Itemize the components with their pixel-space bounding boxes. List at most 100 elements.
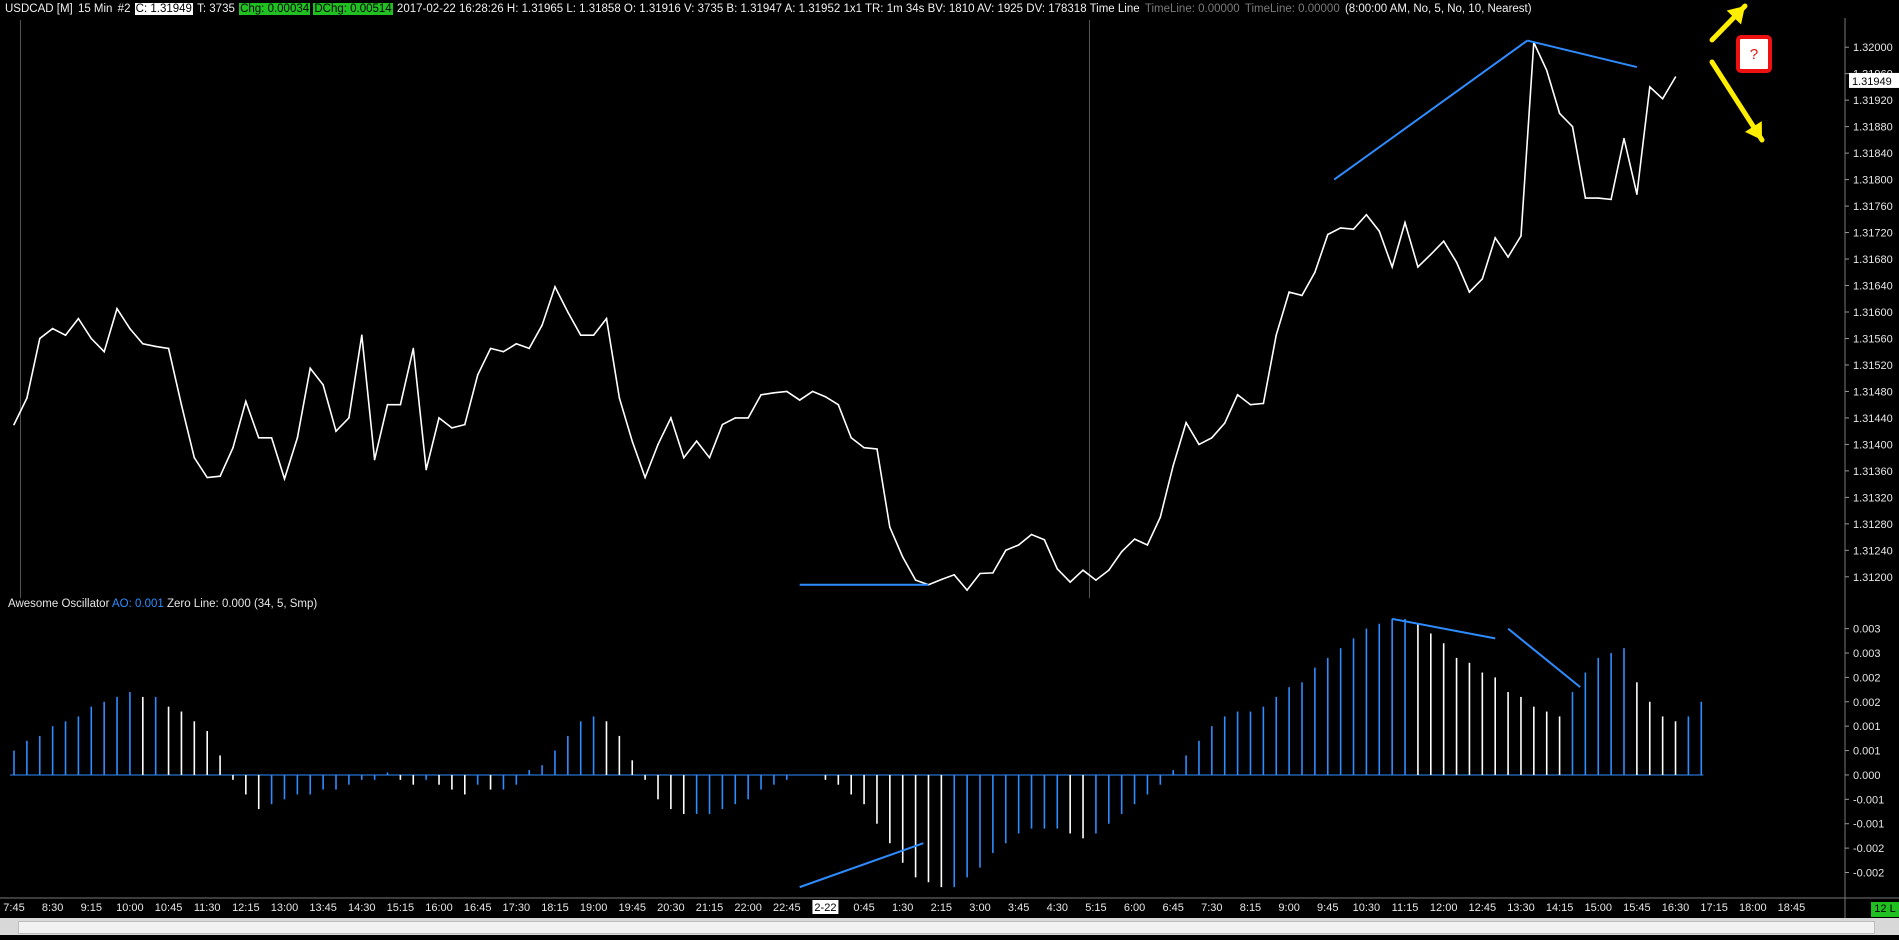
price-point bbox=[142, 343, 144, 345]
time-tick-label: 16:45 bbox=[464, 902, 492, 914]
ao-divergence-line-1[interactable] bbox=[1391, 617, 1496, 640]
price-point bbox=[1520, 235, 1522, 237]
price-point bbox=[1558, 112, 1561, 115]
price-point bbox=[1249, 403, 1252, 406]
price-point bbox=[940, 578, 943, 581]
price-point bbox=[1301, 294, 1303, 297]
ao-name: Awesome Oscillator bbox=[8, 598, 110, 610]
price-point bbox=[1069, 581, 1071, 583]
price-tick-label: 1.32000 bbox=[1853, 42, 1893, 54]
time-tick-label: 19:00 bbox=[580, 902, 608, 914]
price-point bbox=[1545, 69, 1548, 72]
price-point bbox=[309, 367, 312, 370]
price-point bbox=[1120, 550, 1123, 553]
time-tick-label: 20:30 bbox=[657, 902, 685, 914]
time-tick-label: 7:45 bbox=[3, 902, 24, 914]
time-tick-label: 7:30 bbox=[1201, 902, 1222, 914]
chart-canvas[interactable]: 1.320001.319601.319201.318801.318401.318… bbox=[0, 0, 1899, 935]
price-point bbox=[167, 347, 170, 350]
ao-bullish-divergence-line[interactable] bbox=[799, 842, 924, 889]
scrollbar-thumb[interactable] bbox=[18, 921, 1875, 934]
price-point bbox=[579, 334, 582, 337]
price-point bbox=[1327, 233, 1329, 236]
arrow-down-icon[interactable] bbox=[1709, 59, 1765, 143]
time-tick-label: 14:30 bbox=[348, 902, 376, 914]
price-point bbox=[760, 394, 762, 396]
close-value: C: 1.31949 bbox=[134, 3, 193, 15]
price-point bbox=[283, 478, 286, 480]
price-point bbox=[257, 437, 260, 439]
price-tick-label: 1.31200 bbox=[1853, 572, 1893, 584]
price-point bbox=[837, 403, 840, 406]
price-point bbox=[631, 440, 633, 442]
time-tick-label: 16:00 bbox=[425, 902, 453, 914]
ao-tick-label: 0.001 bbox=[1853, 746, 1881, 758]
ao-tick-label: -0.002 bbox=[1853, 843, 1884, 855]
question-mark-badge: ? bbox=[1736, 35, 1772, 73]
time-tick-label: 22:45 bbox=[773, 902, 801, 914]
horizontal-scrollbar[interactable] bbox=[0, 918, 1899, 935]
timeline-params: (8:00:00 AM, No, 5, No, 10, Nearest) bbox=[1344, 3, 1532, 15]
bar-details: 2017-02-22 16:28:26 H: 1.31965 L: 1.3185… bbox=[396, 3, 1140, 15]
price-point bbox=[1494, 237, 1496, 239]
price-point bbox=[644, 476, 646, 479]
chart-window[interactable]: 1.320001.319601.319201.318801.318401.318… bbox=[0, 0, 1899, 935]
time-tick-label: 21:15 bbox=[696, 902, 724, 914]
price-tick-label: 1.31640 bbox=[1853, 281, 1893, 293]
time-tick-label: 11:15 bbox=[1392, 902, 1419, 914]
price-point bbox=[863, 446, 865, 449]
price-point bbox=[889, 526, 891, 528]
time-tick-label: 13:30 bbox=[1507, 902, 1535, 914]
time-tick-label: 10:00 bbox=[116, 902, 144, 914]
price-point bbox=[64, 334, 67, 337]
time-tick-label: 8:30 bbox=[42, 902, 63, 914]
ao-tick-label: 0.001 bbox=[1853, 721, 1881, 733]
time-tick-label: 0:45 bbox=[853, 902, 874, 914]
ao-params: (34, 5, Smp) bbox=[253, 598, 318, 610]
price-point bbox=[154, 345, 157, 348]
price-point bbox=[1005, 549, 1007, 552]
price-point bbox=[1597, 197, 1599, 199]
price-tick-label: 1.31520 bbox=[1853, 360, 1893, 372]
price-point bbox=[26, 397, 28, 399]
time-tick-label: 17:30 bbox=[503, 902, 531, 914]
price-point bbox=[1082, 569, 1084, 571]
price-point bbox=[1468, 291, 1471, 293]
timeline-value-1: TimeLine: 0.00000 bbox=[1144, 3, 1240, 15]
price-tick-label: 1.31720 bbox=[1853, 228, 1893, 240]
time-tick-label: 22:00 bbox=[734, 902, 762, 914]
price-point bbox=[1430, 253, 1432, 256]
last-price-label: 1.31949 bbox=[1852, 76, 1892, 88]
interval-label: 15 Min bbox=[77, 3, 113, 15]
price-point bbox=[399, 403, 402, 406]
price-point bbox=[464, 423, 466, 426]
price-point bbox=[541, 324, 543, 327]
time-tick-label: 15:45 bbox=[1623, 902, 1651, 914]
time-tick-label: 12:15 bbox=[232, 902, 260, 914]
price-point bbox=[386, 403, 389, 406]
price-point bbox=[901, 556, 904, 558]
ao-tick-label: 0.002 bbox=[1853, 697, 1881, 709]
time-tick-label: 18:45 bbox=[1778, 902, 1806, 914]
price-point bbox=[670, 417, 672, 419]
price-uptrend-line[interactable] bbox=[1333, 39, 1528, 181]
price-point bbox=[914, 579, 917, 581]
ao-tick-label: -0.001 bbox=[1853, 819, 1884, 831]
ao-divergence-line-2[interactable] bbox=[1507, 627, 1581, 688]
price-tick-label: 1.31760 bbox=[1853, 201, 1893, 213]
date-marker-label: 2-22 bbox=[814, 902, 836, 914]
time-tick-label: 10:30 bbox=[1353, 902, 1381, 914]
time-tick-label: 6:45 bbox=[1162, 902, 1183, 914]
price-point bbox=[1198, 443, 1200, 446]
price-point bbox=[1455, 261, 1458, 264]
price-point bbox=[1172, 464, 1174, 467]
price-point bbox=[1636, 193, 1638, 195]
daily-change-badge: DChg: 0.00514 bbox=[313, 3, 393, 15]
time-tick-label: 13:00 bbox=[271, 902, 299, 914]
price-point bbox=[979, 572, 981, 575]
time-tick-label: 14:15 bbox=[1546, 902, 1574, 914]
chart-number: #2 bbox=[117, 3, 131, 15]
price-point bbox=[116, 307, 118, 310]
price-tick-label: 1.31840 bbox=[1853, 148, 1893, 160]
price-point bbox=[1391, 266, 1393, 268]
